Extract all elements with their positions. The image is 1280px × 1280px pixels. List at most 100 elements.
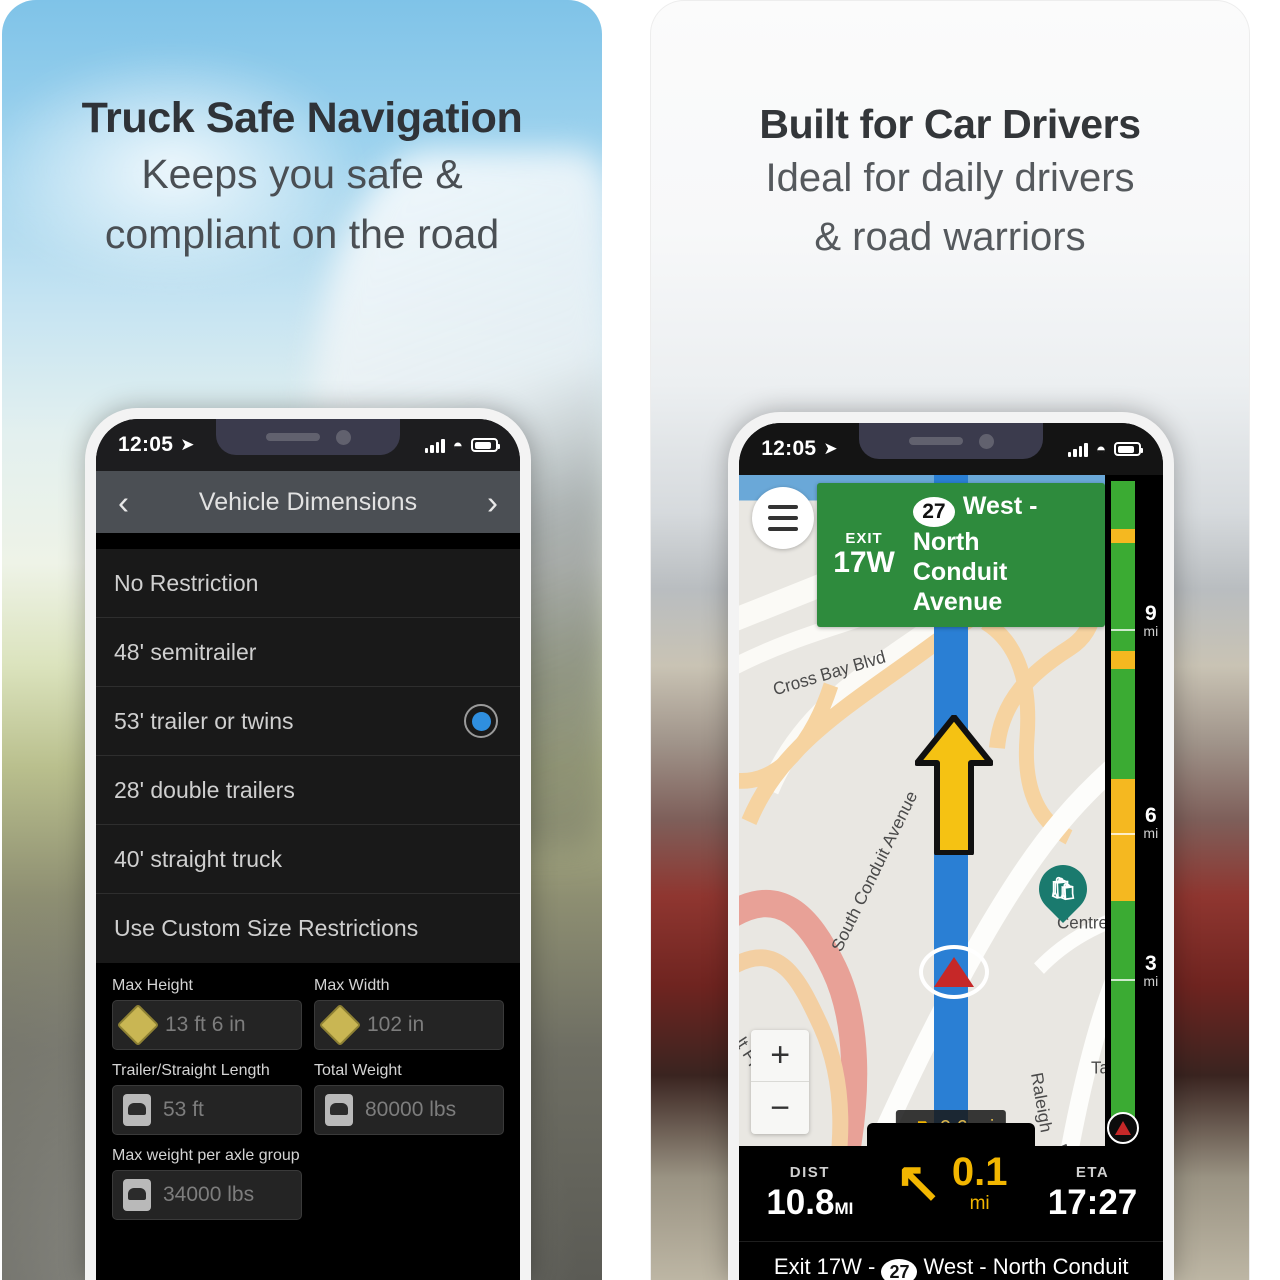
- right-phone-mockup: 12:05 ➤ ◓ Cross Bay Blvd South Conduit A…: [728, 412, 1175, 1280]
- nav-stats-row: DIST 10.8MI ETA 17:27 ↖ 0.1 mi: [739, 1123, 1164, 1242]
- right-card-subtitle-line1: Ideal for daily drivers: [765, 156, 1135, 201]
- svg-text:South Conduit Avenue: South Conduit Avenue: [827, 787, 921, 954]
- hamburger-menu-icon[interactable]: [752, 487, 815, 549]
- traffic-segment-amber: [1111, 779, 1136, 901]
- form-spacer: [314, 1147, 504, 1220]
- field-value: 80000 lbs: [365, 1098, 457, 1121]
- field-box[interactable]: 102 in: [314, 1000, 504, 1050]
- route-shield-icon: 27: [912, 496, 955, 527]
- next-turn-panel: ↖ 0.1 mi: [867, 1123, 1036, 1241]
- chevron-right-icon[interactable]: ›: [487, 486, 498, 519]
- exit-number-block: EXIT 17W: [827, 530, 901, 579]
- list-item[interactable]: 53' trailer or twins: [96, 687, 520, 756]
- field-box[interactable]: 80000 lbs: [314, 1085, 504, 1135]
- chevron-left-icon[interactable]: ‹: [118, 486, 129, 519]
- field-label: Total Weight: [314, 1062, 402, 1079]
- list-item[interactable]: 48' semitrailer: [96, 618, 520, 687]
- status-indicators: ◓: [424, 435, 500, 455]
- max-height-field[interactable]: Max Height 13 ft 6 in: [112, 977, 302, 1050]
- right-phone-screen: 12:05 ➤ ◓ Cross Bay Blvd South Conduit A…: [739, 423, 1164, 1280]
- option-label: No Restriction: [114, 569, 259, 596]
- exit-destination: 27 West - North Conduit Avenue: [912, 491, 1095, 617]
- turn-left-icon: ↖: [894, 1150, 942, 1213]
- map-zoom-controls[interactable]: + −: [751, 1030, 810, 1134]
- width-warning-diamond-icon: [318, 1003, 362, 1047]
- wifi-icon: ◓: [452, 435, 463, 455]
- traffic-tick: [1111, 833, 1136, 835]
- total-weight-field[interactable]: Total Weight 80000 lbs: [314, 1062, 504, 1135]
- route-shield-icon: 27: [881, 1259, 918, 1280]
- list-item[interactable]: No Restriction: [96, 549, 520, 618]
- poi-shopping-pin[interactable]: 🛍: [1029, 855, 1098, 929]
- axle-weight-field[interactable]: Max weight per axle group 34000 lbs: [112, 1147, 302, 1220]
- traffic-segment-amber: [1111, 529, 1136, 543]
- axle-weight-icon: [123, 1179, 151, 1211]
- route-direction-arrow-icon: [915, 715, 994, 855]
- left-promo-card: Truck Safe Navigation Keeps you safe & c…: [2, 0, 602, 1280]
- left-card-subtitle-line2: compliant on the road: [104, 211, 500, 258]
- traffic-label-9mi: 9 mi: [1143, 602, 1159, 639]
- next-street-block[interactable]: Exit 17W - 27West - North Conduit Avenue…: [739, 1242, 1163, 1280]
- left-phone-screen: 12:05 ➤ ◓ ‹ Vehicle Dimensions › No Rest…: [96, 419, 520, 1280]
- current-position-marker: [1107, 1112, 1140, 1144]
- wifi-icon: ◓: [1095, 439, 1107, 459]
- right-status-bar: 12:05 ➤ ◓: [739, 423, 1164, 475]
- left-app-navbar: ‹ Vehicle Dimensions ›: [96, 471, 520, 533]
- navigation-bottom-bar: DIST 10.8MI ETA 17:27 ↖ 0.1 mi Exit 17W …: [739, 1123, 1164, 1280]
- dist-value: 10.8MI: [766, 1183, 854, 1222]
- left-card-title: Truck Safe Navigation: [81, 94, 523, 142]
- dist-label: DIST: [789, 1164, 830, 1181]
- page-title: Vehicle Dimensions: [198, 487, 418, 516]
- field-label: Max weight per axle group: [112, 1147, 300, 1164]
- list-item[interactable]: 40' straight truck: [96, 825, 520, 894]
- left-card-headings: Truck Safe Navigation Keeps you safe & c…: [2, 0, 602, 261]
- right-promo-card: Built for Car Drivers Ideal for daily dr…: [650, 0, 1250, 1280]
- eta-cell: ETA 17:27: [1022, 1164, 1163, 1223]
- list-top-spacer: [96, 533, 520, 549]
- field-label: Max Height: [112, 977, 193, 994]
- front-camera: [978, 433, 994, 449]
- left-card-subtitle-line1: Keeps you safe &: [141, 151, 463, 198]
- exit-number: 17W: [833, 545, 895, 579]
- field-value: 34000 lbs: [163, 1183, 255, 1206]
- right-card-title: Built for Car Drivers: [759, 101, 1141, 147]
- traffic-label-6mi: 6 mi: [1143, 804, 1159, 841]
- status-time: 12:05: [118, 433, 174, 456]
- zoom-in-button[interactable]: +: [751, 1030, 810, 1082]
- traffic-label-3mi: 3 mi: [1143, 952, 1159, 989]
- option-label: 53' trailer or twins: [114, 707, 294, 734]
- shopping-bag-icon: 🛍: [1029, 855, 1098, 923]
- max-width-field[interactable]: Max Width 102 in: [314, 977, 504, 1050]
- turn-distance-block: 0.1 mi: [952, 1152, 1008, 1213]
- next-street-line1: Exit 17W - 27 West - North Conduit: [739, 1252, 1163, 1280]
- exit-direction-sign: EXIT 17W 27 West - North Conduit Avenue: [817, 483, 1106, 627]
- trailer-length-field[interactable]: Trailer/Straight Length 53 ft: [112, 1062, 302, 1135]
- zoom-out-button[interactable]: −: [751, 1082, 809, 1134]
- right-card-subtitle-line2: & road warriors: [814, 214, 1086, 259]
- vehicle-position-marker: [919, 945, 990, 999]
- traffic-bar: [1111, 481, 1136, 1132]
- list-item[interactable]: Use Custom Size Restrictions: [96, 894, 520, 963]
- exit-word-label: EXIT: [845, 529, 883, 547]
- dist-unit: MI: [834, 1199, 854, 1218]
- field-value: 102 in: [367, 1013, 425, 1036]
- status-indicators: ◓: [1067, 439, 1144, 459]
- screenshot-stage: Truck Safe Navigation Keeps you safe & c…: [0, 0, 1280, 1280]
- list-item[interactable]: 28' double trailers: [96, 756, 520, 825]
- traffic-progress-strip[interactable]: 9 mi 6 mi 3 mi +11: [1105, 475, 1164, 1192]
- option-label: 48' semitrailer: [114, 638, 257, 665]
- location-arrow-icon: ➤: [180, 435, 195, 454]
- field-box[interactable]: 53 ft: [112, 1085, 302, 1135]
- field-label: Trailer/Straight Length: [112, 1062, 270, 1079]
- left-phone-mockup: 12:05 ➤ ◓ ‹ Vehicle Dimensions › No Rest…: [85, 408, 531, 1280]
- right-card-headings: Built for Car Drivers Ideal for daily dr…: [651, 1, 1249, 264]
- radio-selected-icon[interactable]: [464, 704, 498, 738]
- field-label: Max Width: [314, 977, 390, 994]
- option-label: 28' double trailers: [114, 776, 295, 803]
- field-box[interactable]: 13 ft 6 in: [112, 1000, 302, 1050]
- field-box[interactable]: 34000 lbs: [112, 1170, 302, 1220]
- navigation-map[interactable]: Cross Bay Blvd South Conduit Avenue Rale…: [739, 475, 1164, 1280]
- truck-weight-icon: [325, 1094, 353, 1126]
- height-warning-diamond-icon: [116, 1003, 160, 1047]
- cellular-signal-icon: [1067, 442, 1088, 457]
